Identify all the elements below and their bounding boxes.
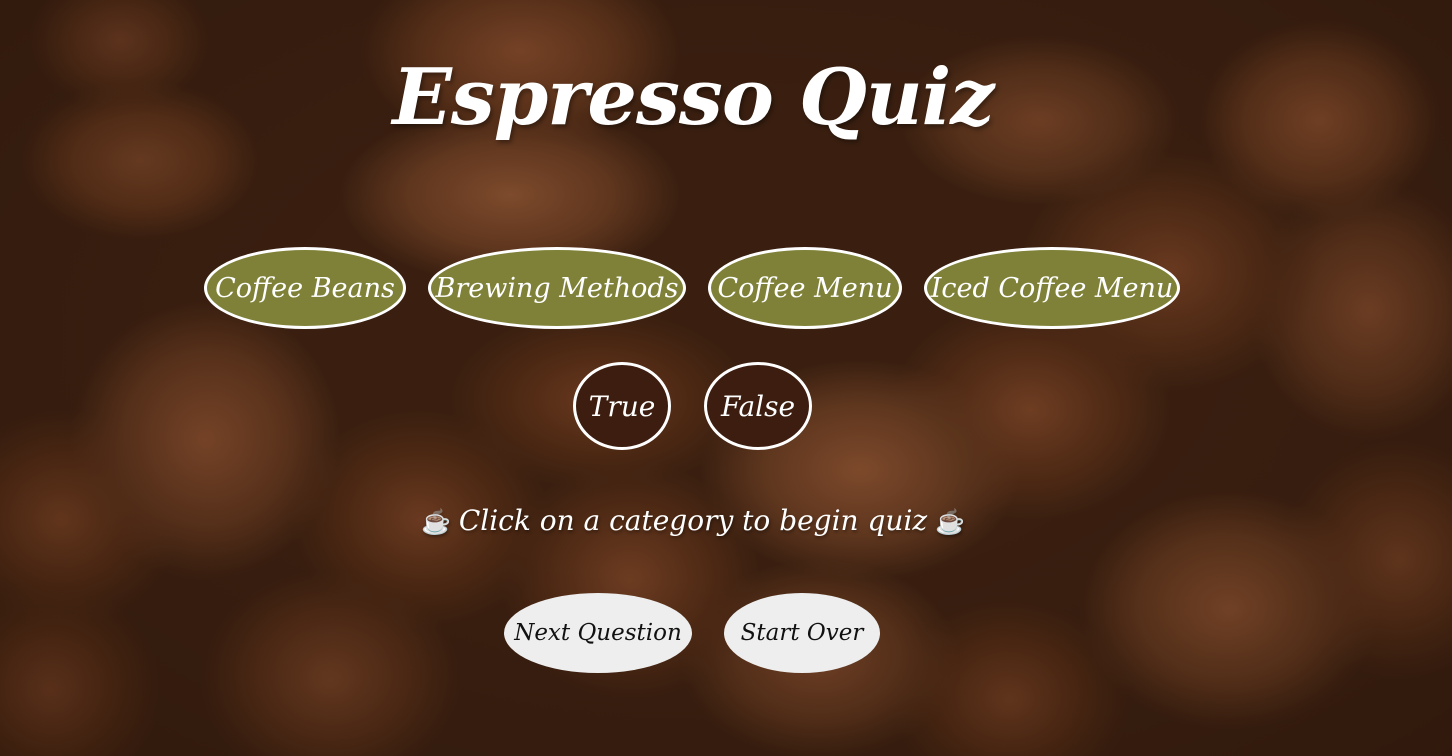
next-question-button[interactable]: Next Question — [504, 593, 692, 673]
false-button[interactable]: False — [704, 362, 812, 450]
coffee-cup-icon: ☕ — [935, 508, 966, 536]
quiz-message: ☕ Click on a category to begin quiz ☕ — [0, 504, 1386, 537]
page-title: Espresso Quiz — [392, 52, 994, 143]
true-button[interactable]: True — [573, 362, 671, 450]
start-over-button[interactable]: Start Over — [724, 593, 880, 673]
category-coffee-menu-button[interactable]: Coffee Menu — [708, 247, 902, 329]
quiz-container: Espresso Quiz Coffee Beans Brewing Metho… — [0, 0, 1452, 756]
category-brewing-methods-button[interactable]: Brewing Methods — [428, 247, 686, 329]
category-iced-coffee-menu-button[interactable]: Iced Coffee Menu — [924, 247, 1180, 329]
coffee-cup-icon: ☕ — [420, 508, 451, 536]
quiz-message-text: Click on a category to begin quiz — [458, 504, 928, 537]
category-coffee-beans-button[interactable]: Coffee Beans — [204, 247, 406, 329]
